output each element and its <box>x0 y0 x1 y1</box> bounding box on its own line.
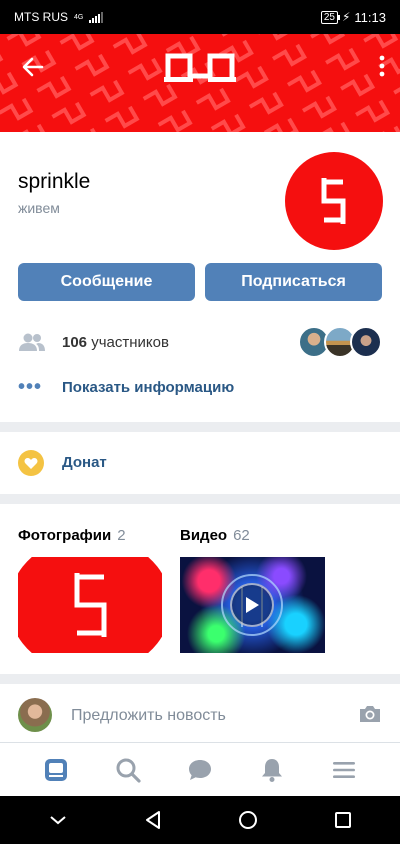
tab-notifications[interactable] <box>252 750 292 790</box>
photo-thumbnail[interactable] <box>18 557 162 653</box>
members-label: участников <box>91 333 169 351</box>
play-icon <box>246 597 259 613</box>
heart-coin-icon <box>18 450 44 476</box>
group-cover <box>0 34 400 132</box>
group-header: sprinkle живем Сообщение Подписаться 106… <box>0 132 400 422</box>
square-recents-icon <box>334 812 351 828</box>
suggest-news-row[interactable]: Предложить новость <box>0 684 400 742</box>
videos-count: 62 <box>233 527 250 544</box>
hide-keyboard-button[interactable] <box>46 808 70 832</box>
photos-title[interactable]: Фотографии 2 <box>18 527 126 544</box>
camera-icon[interactable] <box>358 704 382 724</box>
clock: 11:13 <box>354 9 386 25</box>
signal-icon <box>89 11 104 23</box>
group-avatar-logo-icon <box>321 178 346 224</box>
tab-news[interactable] <box>36 750 76 790</box>
back-button[interactable] <box>18 52 48 82</box>
circle-home-icon <box>238 811 257 829</box>
more-vertical-icon <box>379 55 385 77</box>
system-recents-button[interactable] <box>331 808 355 832</box>
photos-title-text: Фотографии <box>18 527 112 544</box>
show-info-label: Показать информацию <box>62 379 235 396</box>
more-horizontal-icon: ••• <box>18 376 43 398</box>
news-icon <box>45 758 67 781</box>
tab-search[interactable] <box>108 750 148 790</box>
system-navigation-bar <box>0 796 400 844</box>
user-avatar <box>18 698 52 732</box>
chevron-down-icon <box>49 816 66 825</box>
members-count-text: 106 участников <box>62 334 169 351</box>
play-button[interactable] <box>230 583 274 627</box>
photos-count: 2 <box>117 527 126 544</box>
member-avatars <box>298 326 382 358</box>
arrow-left-icon <box>22 57 44 77</box>
tab-messages[interactable] <box>180 750 220 790</box>
carrier-info: MTS RUS 4G <box>14 10 104 24</box>
notifications-icon <box>262 758 282 782</box>
videos-title-text: Видео <box>180 527 228 544</box>
status-bar: MTS RUS 4G 25 ⚡ 11:13 <box>0 0 400 34</box>
members-row[interactable]: 106 участников <box>18 326 382 358</box>
video-thumbnail[interactable] <box>180 557 325 653</box>
menu-icon <box>333 761 355 778</box>
member-avatar <box>350 326 382 358</box>
battery-level: 25 <box>323 11 335 23</box>
system-home-button[interactable] <box>236 808 260 832</box>
subscribe-button[interactable]: Подписаться <box>205 263 382 301</box>
videos-title[interactable]: Видео 62 <box>180 527 250 544</box>
media-section: Фотографии 2 Видео 62 <box>0 504 400 674</box>
show-info-link[interactable]: ••• Показать информацию <box>18 376 234 399</box>
users-icon <box>19 333 45 351</box>
battery-icon: 25 <box>320 10 341 24</box>
group-logo-icon <box>164 53 236 82</box>
network-type: 4G <box>74 13 84 21</box>
members-count: 106 <box>62 333 88 351</box>
system-back-button[interactable] <box>141 808 165 832</box>
donat-label: Донат <box>62 454 107 471</box>
carrier-name: MTS RUS <box>14 10 68 24</box>
group-avatar[interactable] <box>285 152 383 250</box>
bottom-tab-bar <box>0 742 400 796</box>
group-status: живем <box>18 200 60 216</box>
search-icon <box>116 758 141 783</box>
photo-logo-icon <box>74 573 107 637</box>
group-name: sprinkle <box>18 170 91 193</box>
message-button[interactable]: Сообщение <box>18 263 195 301</box>
charging-icon: ⚡ <box>341 10 351 24</box>
more-button[interactable] <box>378 54 386 78</box>
tab-menu[interactable] <box>324 750 364 790</box>
donat-row[interactable]: Донат <box>0 432 400 494</box>
messages-icon <box>189 759 211 780</box>
triangle-back-icon <box>145 811 160 829</box>
suggest-news-input[interactable]: Предложить новость <box>71 707 226 725</box>
